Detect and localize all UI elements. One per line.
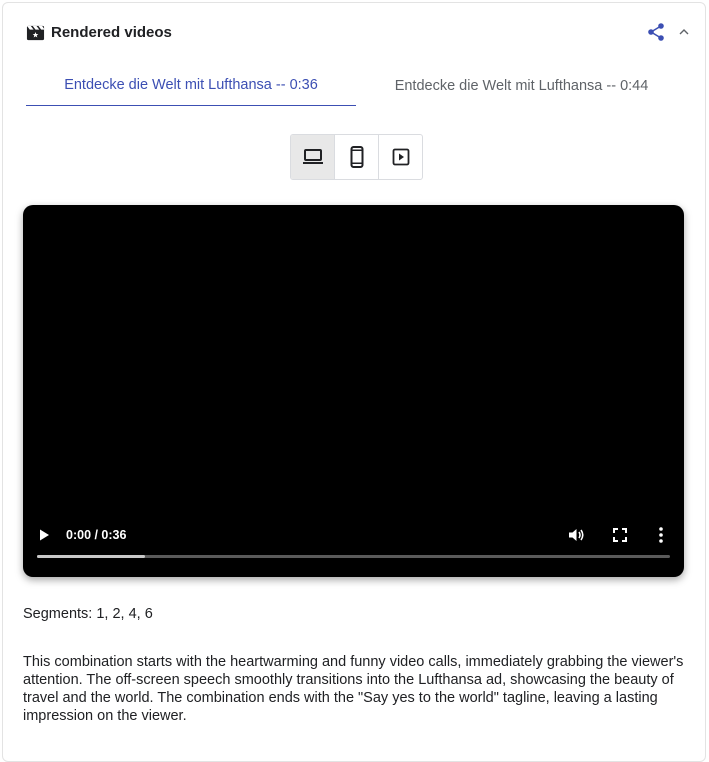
play-box-icon: [392, 148, 409, 166]
card-header: Rendered videos: [26, 23, 172, 42]
video-time: 0:00 / 0:36: [66, 528, 127, 542]
phone-icon: [350, 146, 363, 168]
clapperboard-icon: [26, 25, 45, 41]
player-preview-button[interactable]: [379, 135, 422, 179]
laptop-icon: [302, 149, 323, 164]
phone-preview-button[interactable]: [335, 135, 379, 179]
share-icon[interactable]: [646, 22, 666, 42]
combination-description: This combination starts with the heartwa…: [23, 654, 684, 724]
card-title: Rendered videos: [51, 24, 172, 41]
device-preview-toggle: [290, 134, 423, 180]
chevron-up-icon[interactable]: [678, 26, 690, 38]
more-vert-icon[interactable]: [655, 525, 667, 545]
tab-video-044[interactable]: Entdecke die Welt mit Lufthansa -- 0:44: [356, 65, 687, 106]
video-tabs: Entdecke die Welt mit Lufthansa -- 0:36 …: [26, 65, 687, 106]
play-icon[interactable]: [35, 526, 53, 544]
volume-icon[interactable]: [566, 525, 586, 545]
fullscreen-icon[interactable]: [611, 526, 629, 544]
video-player[interactable]: 0:00 / 0:36: [23, 205, 684, 577]
laptop-preview-button[interactable]: [291, 135, 335, 179]
tab-video-036[interactable]: Entdecke die Welt mit Lufthansa -- 0:36: [26, 65, 356, 106]
segments-label: Segments: 1, 2, 4, 6: [23, 606, 153, 622]
video-buffered-fill: [37, 555, 145, 558]
video-progress-bar[interactable]: [37, 555, 670, 558]
